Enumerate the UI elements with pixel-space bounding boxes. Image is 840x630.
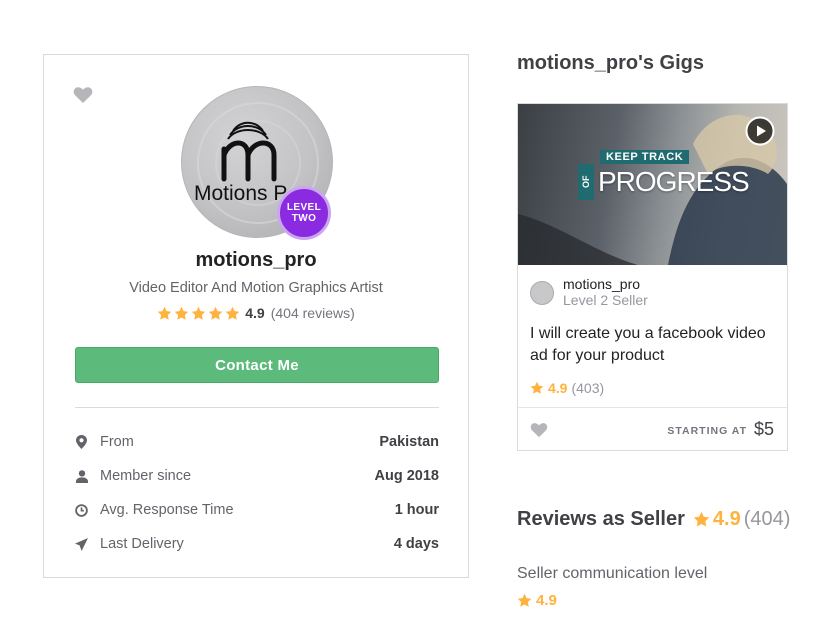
star-icon bbox=[517, 593, 532, 607]
heart-icon[interactable] bbox=[530, 422, 548, 438]
divider bbox=[75, 407, 439, 408]
stat-row-last-delivery: Last Delivery 4 days bbox=[75, 527, 439, 561]
level-badge: LEVEL TWO bbox=[277, 186, 331, 240]
user-icon bbox=[75, 469, 88, 483]
reviews-count[interactable]: (404 reviews) bbox=[271, 305, 355, 321]
reviews-header: Reviews as Seller 4.9 (404) bbox=[517, 508, 790, 531]
heart-icon[interactable] bbox=[73, 86, 93, 104]
gig-seller-info[interactable]: motions_pro Level 2 Seller bbox=[530, 276, 648, 309]
seller-username[interactable]: motions_pro bbox=[44, 249, 468, 272]
location-pin-icon bbox=[75, 435, 88, 449]
rating-value: 4.9 bbox=[245, 305, 265, 321]
star-icon bbox=[192, 306, 206, 320]
gigs-section-title: motions_pro's Gigs bbox=[517, 52, 705, 74]
stat-row-response-time: Avg. Response Time 1 hour bbox=[75, 493, 439, 527]
clock-icon bbox=[75, 503, 88, 517]
gig-rating: 4.9 (403) bbox=[530, 380, 604, 396]
communication-level-rating: 4.9 bbox=[517, 592, 557, 609]
star-icon bbox=[693, 511, 710, 527]
gig-footer: STARTING AT $5 bbox=[518, 407, 787, 451]
gig-seller-name[interactable]: motions_pro bbox=[563, 276, 648, 292]
paper-plane-icon bbox=[75, 537, 88, 551]
star-icon bbox=[158, 306, 172, 320]
gig-title-link[interactable]: I will create you a facebook video ad fo… bbox=[530, 323, 770, 367]
star-icon bbox=[209, 306, 223, 320]
star-icon bbox=[175, 306, 189, 320]
reviews-total: (404) bbox=[743, 508, 791, 530]
star-icon bbox=[530, 381, 544, 394]
play-icon[interactable] bbox=[745, 116, 775, 146]
stat-row-from: From Pakistan bbox=[75, 425, 439, 459]
gig-card[interactable]: KEEP TRACK OF PROGRESS motions_pro Level… bbox=[517, 103, 788, 451]
seller-rating: 4.9 (404 reviews) bbox=[44, 305, 468, 321]
seller-tagline: Video Editor And Motion Graphics Artist bbox=[129, 280, 383, 296]
seller-profile-card: Motions P LEVEL TWO motions_pro Video Ed… bbox=[43, 54, 469, 578]
gig-price: $5 bbox=[753, 419, 774, 439]
gig-seller-level: Level 2 Seller bbox=[563, 292, 648, 308]
reviews-title: Reviews as Seller bbox=[517, 508, 685, 530]
seller-stats: From Pakistan Member since Aug 2018 Avg.… bbox=[75, 425, 439, 561]
reviews-score: 4.9 bbox=[712, 508, 741, 530]
communication-level-label: Seller communication level bbox=[517, 565, 708, 582]
gig-thumbnail[interactable]: KEEP TRACK OF PROGRESS bbox=[518, 104, 787, 265]
seller-avatar[interactable]: Motions P LEVEL TWO bbox=[181, 86, 333, 240]
svg-text:Motions P: Motions P bbox=[194, 182, 287, 205]
stat-row-member-since: Member since Aug 2018 bbox=[75, 459, 439, 493]
star-icon bbox=[226, 306, 240, 320]
contact-me-button[interactable]: Contact Me bbox=[75, 347, 439, 383]
starting-at-label: STARTING AT bbox=[667, 425, 747, 437]
gig-seller-avatar bbox=[530, 280, 554, 305]
